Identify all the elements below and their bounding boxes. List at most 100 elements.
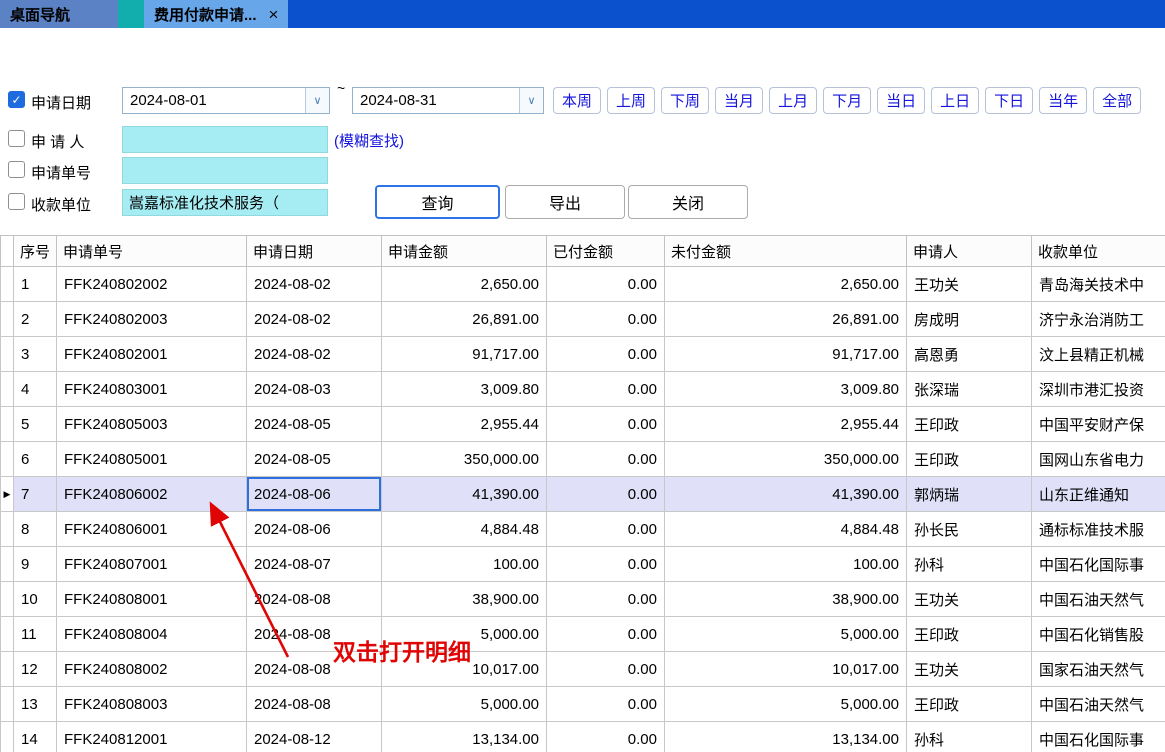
cell-seq[interactable]: 12 bbox=[14, 652, 57, 687]
cell-order_no[interactable]: FFK240812001 bbox=[57, 722, 247, 752]
cell-paid[interactable]: 0.00 bbox=[547, 722, 665, 752]
cell-applicant[interactable]: 张深瑞 bbox=[907, 372, 1032, 407]
cell-paid[interactable]: 0.00 bbox=[547, 687, 665, 722]
row-marker-cell[interactable] bbox=[1, 617, 14, 652]
cell-applicant[interactable]: 王印政 bbox=[907, 687, 1032, 722]
cell-unpaid[interactable]: 91,717.00 bbox=[665, 337, 907, 372]
current-row-indicator[interactable]: ▶ bbox=[1, 477, 14, 512]
row-marker-cell[interactable] bbox=[1, 582, 14, 617]
grid-header-payee[interactable]: 收款单位 bbox=[1032, 236, 1165, 267]
cell-order_no[interactable]: FFK240806001 bbox=[57, 512, 247, 547]
cell-paid[interactable]: 0.00 bbox=[547, 372, 665, 407]
query-button[interactable]: 查询 bbox=[375, 185, 500, 219]
cell-paid[interactable]: 0.00 bbox=[547, 617, 665, 652]
row-marker-cell[interactable] bbox=[1, 302, 14, 337]
grid-header-paid[interactable]: 已付金额 bbox=[547, 236, 665, 267]
cell-unpaid[interactable]: 2,650.00 bbox=[665, 267, 907, 302]
grid-row[interactable]: 8FFK2408060012024-08-064,884.480.004,884… bbox=[1, 512, 1165, 547]
cell-seq[interactable]: 9 bbox=[14, 547, 57, 582]
cell-date[interactable]: 2024-08-02 bbox=[247, 302, 382, 337]
cell-amount[interactable]: 350,000.00 bbox=[382, 442, 547, 477]
cell-unpaid[interactable]: 38,900.00 bbox=[665, 582, 907, 617]
cell-applicant[interactable]: 王印政 bbox=[907, 442, 1032, 477]
tab-expense-payment[interactable]: 费用付款申请... × bbox=[144, 0, 288, 28]
cell-unpaid[interactable]: 4,884.48 bbox=[665, 512, 907, 547]
row-marker-cell[interactable] bbox=[1, 722, 14, 752]
row-marker-cell[interactable] bbox=[1, 652, 14, 687]
cell-order_no[interactable]: FFK240808003 bbox=[57, 687, 247, 722]
grid-header-seq[interactable]: 序号 bbox=[14, 236, 57, 267]
cell-amount[interactable]: 4,884.48 bbox=[382, 512, 547, 547]
cell-unpaid[interactable]: 26,891.00 bbox=[665, 302, 907, 337]
cell-applicant[interactable]: 王功关 bbox=[907, 652, 1032, 687]
cell-amount[interactable]: 3,009.80 bbox=[382, 372, 547, 407]
cell-unpaid[interactable]: 5,000.00 bbox=[665, 687, 907, 722]
cell-order_no[interactable]: FFK240808002 bbox=[57, 652, 247, 687]
quick-date-button[interactable]: 本周 bbox=[553, 87, 601, 114]
quick-date-button[interactable]: 下月 bbox=[823, 87, 871, 114]
grid-row[interactable]: 11FFK2408080042024-08-085,000.000.005,00… bbox=[1, 617, 1165, 652]
cell-seq[interactable]: 14 bbox=[14, 722, 57, 752]
cell-unpaid[interactable]: 2,955.44 bbox=[665, 407, 907, 442]
cell-amount[interactable]: 13,134.00 bbox=[382, 722, 547, 752]
cell-paid[interactable]: 0.00 bbox=[547, 302, 665, 337]
cell-applicant[interactable]: 王功关 bbox=[907, 267, 1032, 302]
cell-amount[interactable]: 2,650.00 bbox=[382, 267, 547, 302]
cell-date[interactable]: 2024-08-05 bbox=[247, 442, 382, 477]
cell-order_no[interactable]: FFK240802002 bbox=[57, 267, 247, 302]
cell-seq[interactable]: 13 bbox=[14, 687, 57, 722]
cell-amount[interactable]: 2,955.44 bbox=[382, 407, 547, 442]
cell-payee[interactable]: 国网山东省电力 bbox=[1032, 442, 1165, 477]
cell-paid[interactable]: 0.00 bbox=[547, 582, 665, 617]
date-from-combo[interactable]: 2024-08-01 ∨ bbox=[122, 87, 330, 114]
cell-unpaid[interactable]: 3,009.80 bbox=[665, 372, 907, 407]
quick-date-button[interactable]: 上周 bbox=[607, 87, 655, 114]
cell-seq[interactable]: 3 bbox=[14, 337, 57, 372]
grid-row[interactable]: 5FFK2408050032024-08-052,955.440.002,955… bbox=[1, 407, 1165, 442]
row-marker-cell[interactable] bbox=[1, 407, 14, 442]
orderno-filter-checkbox[interactable] bbox=[8, 161, 25, 178]
cell-seq[interactable]: 5 bbox=[14, 407, 57, 442]
cell-amount[interactable]: 91,717.00 bbox=[382, 337, 547, 372]
payee-filter-checkbox[interactable] bbox=[8, 193, 25, 210]
cell-order_no[interactable]: FFK240808001 bbox=[57, 582, 247, 617]
cell-payee[interactable]: 中国石化国际事 bbox=[1032, 722, 1165, 752]
grid-row[interactable]: 13FFK2408080032024-08-085,000.000.005,00… bbox=[1, 687, 1165, 722]
grid-row[interactable]: 2FFK2408020032024-08-0226,891.000.0026,8… bbox=[1, 302, 1165, 337]
cell-seq[interactable]: 1 bbox=[14, 267, 57, 302]
cell-date[interactable]: 2024-08-02 bbox=[247, 267, 382, 302]
cell-amount[interactable]: 100.00 bbox=[382, 547, 547, 582]
cell-paid[interactable]: 0.00 bbox=[547, 547, 665, 582]
cell-applicant[interactable]: 王印政 bbox=[907, 617, 1032, 652]
cell-date[interactable]: 2024-08-02 bbox=[247, 337, 382, 372]
row-marker-cell[interactable] bbox=[1, 372, 14, 407]
cell-seq[interactable]: 2 bbox=[14, 302, 57, 337]
grid-row[interactable]: 9FFK2408070012024-08-07100.000.00100.00孙… bbox=[1, 547, 1165, 582]
quick-date-button[interactable]: 上日 bbox=[931, 87, 979, 114]
close-button[interactable]: 关闭 bbox=[628, 185, 748, 219]
grid-row[interactable]: 3FFK2408020012024-08-0291,717.000.0091,7… bbox=[1, 337, 1165, 372]
tab-desktop-navigation[interactable]: 桌面导航 bbox=[0, 0, 118, 28]
row-marker-cell[interactable] bbox=[1, 442, 14, 477]
cell-applicant[interactable]: 郭炳瑞 bbox=[907, 477, 1032, 512]
row-marker-cell[interactable] bbox=[1, 547, 14, 582]
cell-amount[interactable]: 41,390.00 bbox=[382, 477, 547, 512]
cell-seq[interactable]: 7 bbox=[14, 477, 57, 512]
date-to-dropdown-icon[interactable]: ∨ bbox=[519, 88, 543, 113]
cell-applicant[interactable]: 房成明 bbox=[907, 302, 1032, 337]
grid-row[interactable]: 1FFK2408020022024-08-022,650.000.002,650… bbox=[1, 267, 1165, 302]
grid-header-applicant[interactable]: 申请人 bbox=[907, 236, 1032, 267]
cell-unpaid[interactable]: 10,017.00 bbox=[665, 652, 907, 687]
cell-payee[interactable]: 中国石油天然气 bbox=[1032, 582, 1165, 617]
export-button[interactable]: 导出 bbox=[505, 185, 625, 219]
cell-date[interactable]: 2024-08-08 bbox=[247, 687, 382, 722]
cell-payee[interactable]: 青岛海关技术中 bbox=[1032, 267, 1165, 302]
cell-amount[interactable]: 38,900.00 bbox=[382, 582, 547, 617]
grid-row[interactable]: 14FFK2408120012024-08-1213,134.000.0013,… bbox=[1, 722, 1165, 752]
cell-payee[interactable]: 济宁永治消防工 bbox=[1032, 302, 1165, 337]
cell-seq[interactable]: 11 bbox=[14, 617, 57, 652]
date-from-dropdown-icon[interactable]: ∨ bbox=[305, 88, 329, 113]
cell-unpaid[interactable]: 41,390.00 bbox=[665, 477, 907, 512]
grid-header-date[interactable]: 申请日期 bbox=[247, 236, 382, 267]
cell-paid[interactable]: 0.00 bbox=[547, 477, 665, 512]
